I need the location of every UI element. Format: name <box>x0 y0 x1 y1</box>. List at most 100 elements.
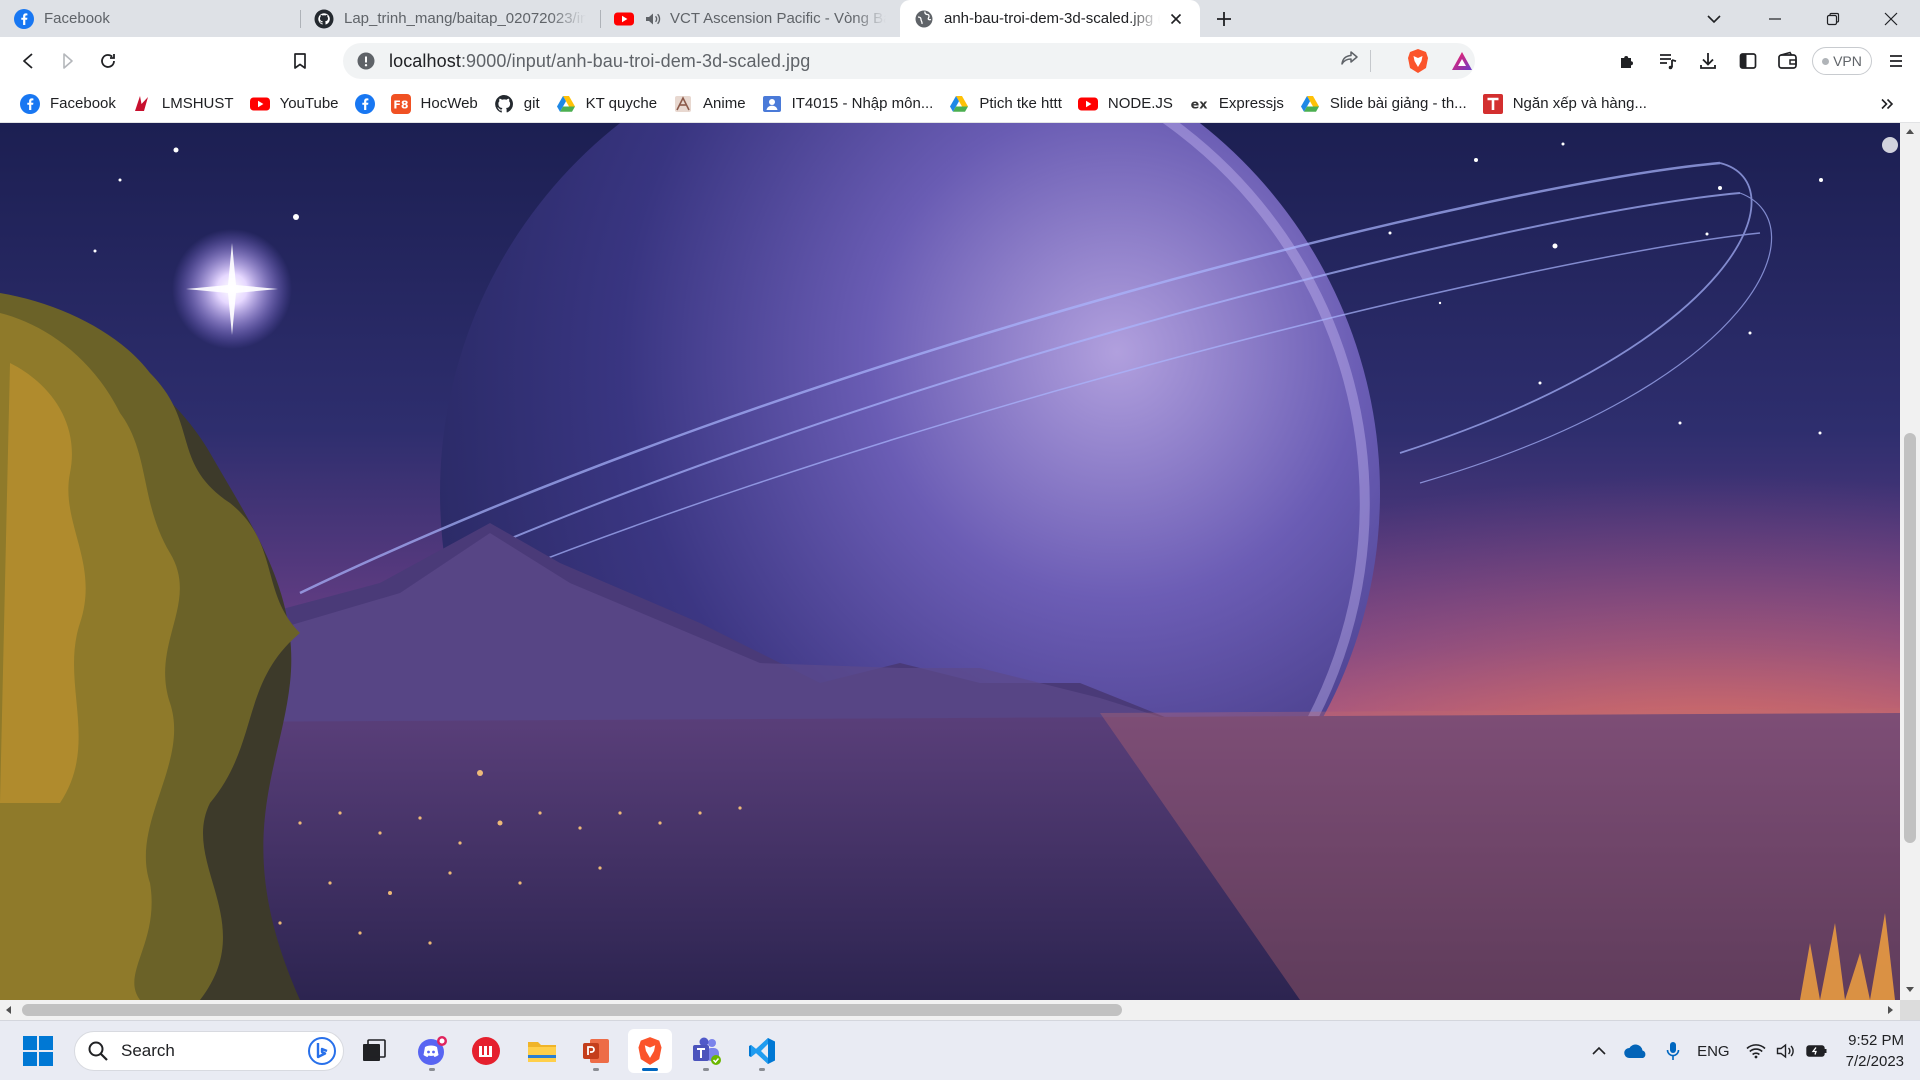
running-indicator <box>593 1068 599 1071</box>
speaker-icon[interactable] <box>644 10 662 28</box>
windows-logo-icon <box>23 1036 53 1066</box>
taskbar-vscode[interactable] <box>740 1029 784 1073</box>
close-tab-icon[interactable] <box>1166 9 1186 29</box>
horizontal-scroll-thumb[interactable] <box>22 1004 1122 1016</box>
svg-text:ex: ex <box>1190 96 1208 111</box>
url-text: localhost:9000/input/anh-bau-troi-dem-3d… <box>389 51 810 72</box>
active-indicator <box>642 1068 658 1071</box>
night-sky-image <box>0 123 1900 1000</box>
url-path: :9000/input/anh-bau-troi-dem-3d-scaled.j… <box>460 50 811 71</box>
info-icon[interactable] <box>355 50 377 72</box>
taskbar-discord[interactable] <box>410 1029 454 1073</box>
close-window-button[interactable] <box>1862 0 1920 37</box>
scroll-down-arrow-icon[interactable] <box>1906 987 1914 992</box>
taskbar-search[interactable]: Search <box>74 1031 344 1071</box>
forward-arrow-icon <box>63 53 73 69</box>
tab-search-button[interactable] <box>1694 0 1734 37</box>
taskbar-task-view[interactable] <box>352 1029 396 1073</box>
bookmark-ptich-tke-httt[interactable]: Ptich tke httt <box>941 89 1070 119</box>
bookmark-youtube[interactable]: YouTube <box>242 89 347 119</box>
scroll-right-arrow-icon[interactable] <box>1888 1006 1893 1014</box>
taskbar-file-explorer[interactable] <box>520 1029 564 1073</box>
tab-image-active[interactable]: anh-bau-troi-dem-3d-scaled.jpg ( <box>900 0 1200 37</box>
taskbar-powerpoint[interactable] <box>574 1029 618 1073</box>
new-tab-button[interactable] <box>1206 0 1242 37</box>
google-drive-icon <box>1300 94 1320 114</box>
image-viewer[interactable] <box>0 123 1900 1000</box>
downloads-button[interactable] <box>1688 41 1728 81</box>
taskbar-red-app[interactable] <box>464 1029 508 1073</box>
bookmark-page-button[interactable] <box>280 41 320 81</box>
extensions-button[interactable] <box>1608 41 1648 81</box>
tab-facebook[interactable]: Facebook <box>0 0 300 37</box>
bookmark-facebook[interactable]: Facebook <box>12 89 124 119</box>
vertical-scroll-thumb[interactable] <box>1904 433 1916 843</box>
scrollbar-corner <box>1900 1000 1920 1020</box>
omnibox-divider <box>1370 50 1371 72</box>
scroll-left-arrow-icon[interactable] <box>6 1006 11 1014</box>
bookmark-label: Anime <box>703 95 746 112</box>
bookmarks-overflow-button[interactable] <box>1872 89 1902 119</box>
bookmark-label: LMSHUST <box>161 95 234 112</box>
clock[interactable]: 9:52 PM 7/2/2023 <box>1836 1030 1920 1072</box>
sidebar-toggle-button[interactable] <box>1728 41 1768 81</box>
plus-icon <box>1217 11 1231 26</box>
sidebar-icon <box>1739 53 1757 69</box>
youtube-icon <box>1077 94 1098 114</box>
reload-button[interactable] <box>88 41 128 81</box>
tab-youtube[interactable]: VCT Ascension Pacific - Vòng Bảng <box>600 0 900 37</box>
back-arrow-icon <box>23 53 33 69</box>
bookmark-git[interactable]: git <box>486 89 548 119</box>
address-bar[interactable]: localhost:9000/input/anh-bau-troi-dem-3d… <box>343 43 1475 79</box>
bookmark-nodejs[interactable]: NODE.JS <box>1070 89 1181 119</box>
download-icon <box>1700 53 1716 69</box>
forward-button[interactable] <box>48 41 88 81</box>
brave-rewards-button[interactable] <box>1442 41 1482 81</box>
scroll-up-arrow-icon[interactable] <box>1906 129 1914 134</box>
brave-rewards-icon <box>1452 52 1472 70</box>
bookmark-hocweb[interactable]: F8 HocWeb <box>383 89 486 119</box>
hamburger-menu-icon <box>1890 55 1902 67</box>
minimize-button[interactable] <box>1746 0 1804 37</box>
bookmark-kt-quyche[interactable]: KT quyche <box>548 89 665 119</box>
taskbar-teams[interactable] <box>684 1029 728 1073</box>
bookmark-anime[interactable]: Anime <box>665 89 754 119</box>
bookmark-expressjs[interactable]: ex Expressjs <box>1181 89 1292 119</box>
tab-github[interactable]: Lap_trinh_mang/baitap_02072023/input <box>300 0 600 37</box>
network-volume-battery-button[interactable] <box>1738 1031 1836 1071</box>
bookmark-slide-bai-giang[interactable]: Slide bài giảng - th... <box>1292 89 1475 119</box>
show-hidden-icons-button[interactable] <box>1583 1031 1615 1071</box>
wallet-button[interactable] <box>1768 41 1808 81</box>
onedrive-button[interactable] <box>1615 1031 1657 1071</box>
vpn-button[interactable]: VPN <box>1812 47 1872 75</box>
playlist-button[interactable] <box>1648 41 1688 81</box>
bookmark-label: KT quyche <box>585 95 658 112</box>
brave-lion-icon <box>1408 49 1428 73</box>
brave-shields-button[interactable] <box>1398 41 1438 81</box>
bookmarks-bar: Facebook LMSHUST YouTube F8 HocWeb git K… <box>0 85 1920 123</box>
lms-icon <box>132 94 152 114</box>
start-button[interactable] <box>22 1035 54 1067</box>
language-indicator[interactable]: ENG <box>1689 1031 1738 1071</box>
share-icon[interactable] <box>1340 49 1360 73</box>
bookmark-facebook-2[interactable] <box>347 89 383 119</box>
restore-button[interactable] <box>1804 0 1862 37</box>
puzzle-icon <box>1621 56 1633 68</box>
microphone-icon <box>1666 1042 1680 1060</box>
horizontal-scrollbar[interactable] <box>0 1000 1900 1020</box>
vertical-scrollbar[interactable] <box>1900 123 1920 1000</box>
bookmark-lmshust[interactable]: LMSHUST <box>124 89 242 119</box>
main-menu-button[interactable] <box>1876 41 1916 81</box>
google-drive-icon <box>556 94 576 114</box>
red-app-icon <box>472 1037 500 1065</box>
playlist-icon <box>1660 54 1677 70</box>
system-tray: ENG 9:52 PM 7/2/2023 <box>1583 1021 1920 1080</box>
microphone-button[interactable] <box>1657 1031 1689 1071</box>
url-host: localhost <box>389 50 461 71</box>
bookmark-ngan-xep[interactable]: Ngăn xếp và hàng... <box>1475 89 1655 119</box>
powerpoint-icon <box>583 1039 609 1063</box>
github-icon <box>314 9 334 29</box>
back-button[interactable] <box>8 41 48 81</box>
bookmark-it4015[interactable]: IT4015 - Nhập môn... <box>754 89 942 119</box>
taskbar-brave[interactable] <box>628 1029 672 1073</box>
